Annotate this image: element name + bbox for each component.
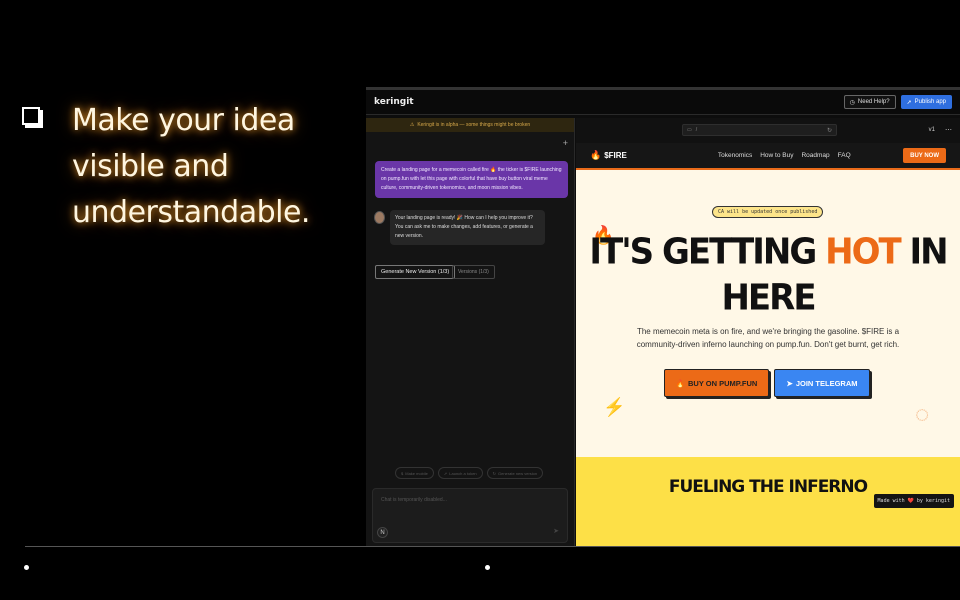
slide-divider [25,546,960,547]
nav-link-tokenomics[interactable]: Tokenomics [718,152,752,159]
warning-icon: ⚠ [409,122,415,128]
alpha-notice-text: Keringit is in alpha — some things might… [417,122,531,128]
suggestion-chip[interactable]: $ Make mobile [395,467,434,479]
brand-label: $FIRE [604,151,627,160]
publish-app-button[interactable]: ➚ Publish app [900,95,952,109]
flame-icon: 🔥 [590,150,602,160]
new-chat-plus-icon[interactable]: + [563,138,568,148]
chat-input[interactable]: Chat is temporarily disabled... N ➤ [372,488,568,543]
slide-dot [24,565,29,570]
made-with-badge[interactable]: Made with ❤️ by keringit [873,494,954,508]
user-message: Create a landing page for a memecoin cal… [375,161,568,198]
monitor-icon: ▭ [687,127,692,133]
generate-new-version-button[interactable]: Generate New Version (1/3) [375,265,456,279]
flame-icon: 🔥 [675,378,685,388]
assistant-avatar [374,211,385,224]
buy-now-button[interactable]: BUY NOW [903,148,946,163]
hero-title-hot: HOT [825,230,902,273]
slide-heading: Make your idea visible and understandabl… [72,98,362,236]
nav-link-how-to-buy[interactable]: How to Buy [760,152,793,159]
send-icon[interactable]: ➤ [553,527,559,535]
nav-link-faq[interactable]: FAQ [838,152,851,159]
rocket-icon: ➚ [906,99,912,106]
assistant-message: Your landing page is ready! 🎉 How can I … [390,210,545,245]
preview-pane: ▭ / ↻ v1 ⋯ 🔥 $FIRE Tokenomics How to Buy… [576,118,960,546]
slide-line: understandable. [72,195,310,230]
hero-title-start: IT'S GETTING [589,230,826,273]
need-help-button[interactable]: ◷ Need Help? [843,95,896,109]
slide-dot [485,565,490,570]
site-preview: 🔥 $FIRE Tokenomics How to Buy Roadmap FA… [576,143,960,546]
refresh-icon: ↻ [492,470,496,476]
buy-on-pump-button[interactable]: 🔥 BUY ON PUMP.FUN [664,369,769,397]
preview-toolbar: ▭ / ↻ v1 ⋯ [576,118,960,142]
url-text: / [695,127,698,133]
send-icon: ➤ [786,378,793,388]
hero-title: IT'S GETTING HOT IN HERE [576,229,960,321]
clock-icon: ◷ [849,99,855,106]
app-window: keringit ◷ Need Help? ➚ Publish app ⚠ Ke… [366,87,960,546]
versions-button[interactable]: Versions (1/3) [452,265,495,279]
need-help-label: Need Help? [857,99,890,105]
slide-line: visible and [72,149,229,184]
site-navbar: 🔥 $FIRE Tokenomics How to Buy Roadmap FA… [576,143,960,170]
publish-label: Publish app [914,99,946,105]
bullet-checkbox-icon [22,107,40,125]
chip-label: Launch a token [449,470,477,476]
ca-badge: CA will be updated once published [712,206,824,218]
alpha-notice: ⚠ Keringit is in alpha — some things mig… [366,118,574,132]
chip-label: Generate new version [498,470,538,476]
site-nav-links: Tokenomics How to Buy Roadmap FAQ [718,152,851,159]
suggestion-chip[interactable]: ↻ Generate new version [486,467,544,479]
user-avatar[interactable]: N [377,527,388,538]
join-telegram-label: JOIN TELEGRAM [795,378,858,388]
more-icon[interactable]: ⋯ [945,126,952,134]
dollar-icon: $ [401,470,404,476]
site-brand[interactable]: 🔥 $FIRE [590,150,627,161]
suggestion-chips: $ Make mobile ➚ Launch a token ↻ Generate n… [395,467,544,479]
chip-label: Make mobile [405,470,428,476]
join-telegram-button[interactable]: ➤ JOIN TELEGRAM [774,369,870,397]
chat-pane: ⚠ Keringit is in alpha — some things mig… [366,118,575,546]
lightning-icon: ⚡ [603,397,626,417]
bomb-icon: ◌ [915,401,930,428]
slide-line: Make your idea [72,103,295,138]
suggestion-chip[interactable]: ➚ Launch a token [437,467,483,479]
version-label[interactable]: v1 [929,127,935,133]
hero-subtitle: The memecoin meta is on fire, and we're … [636,327,900,349]
buy-on-pump-label: BUY ON PUMP.FUN [688,378,758,388]
app-logo[interactable]: keringit [374,97,414,107]
chat-placeholder: Chat is temporarily disabled... [381,497,447,503]
url-bar[interactable]: ▭ / ↻ [682,124,837,136]
nav-link-roadmap[interactable]: Roadmap [801,152,829,159]
app-topbar: keringit ◷ Need Help? ➚ Publish app [366,90,960,115]
rocket-icon: ➚ [443,470,448,476]
refresh-icon[interactable]: ↻ [827,127,832,134]
